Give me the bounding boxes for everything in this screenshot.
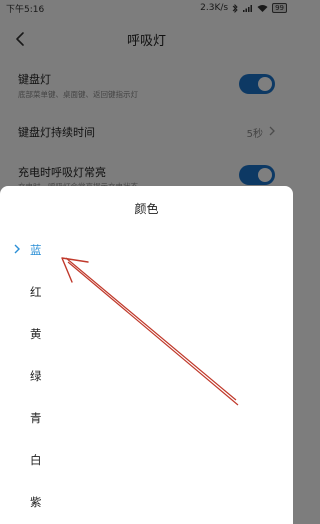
color-option-yellow[interactable]: 黄 (0, 314, 293, 354)
color-option-cyan[interactable]: 青 (0, 398, 293, 438)
selected-chevron-icon (14, 244, 20, 254)
option-label: 红 (30, 285, 42, 299)
color-option-red[interactable]: 红 (0, 272, 293, 312)
color-option-blue[interactable]: 蓝 (0, 230, 293, 270)
option-label: 青 (30, 411, 42, 425)
option-label: 白 (30, 453, 42, 467)
watermark-logo (167, 480, 281, 514)
option-label: 绿 (30, 369, 42, 383)
option-label: 紫 (30, 495, 42, 509)
option-label: 黄 (30, 327, 42, 341)
color-option-green[interactable]: 绿 (0, 356, 293, 396)
dialog-title: 颜色 (134, 201, 159, 216)
option-label: 蓝 (30, 243, 42, 257)
